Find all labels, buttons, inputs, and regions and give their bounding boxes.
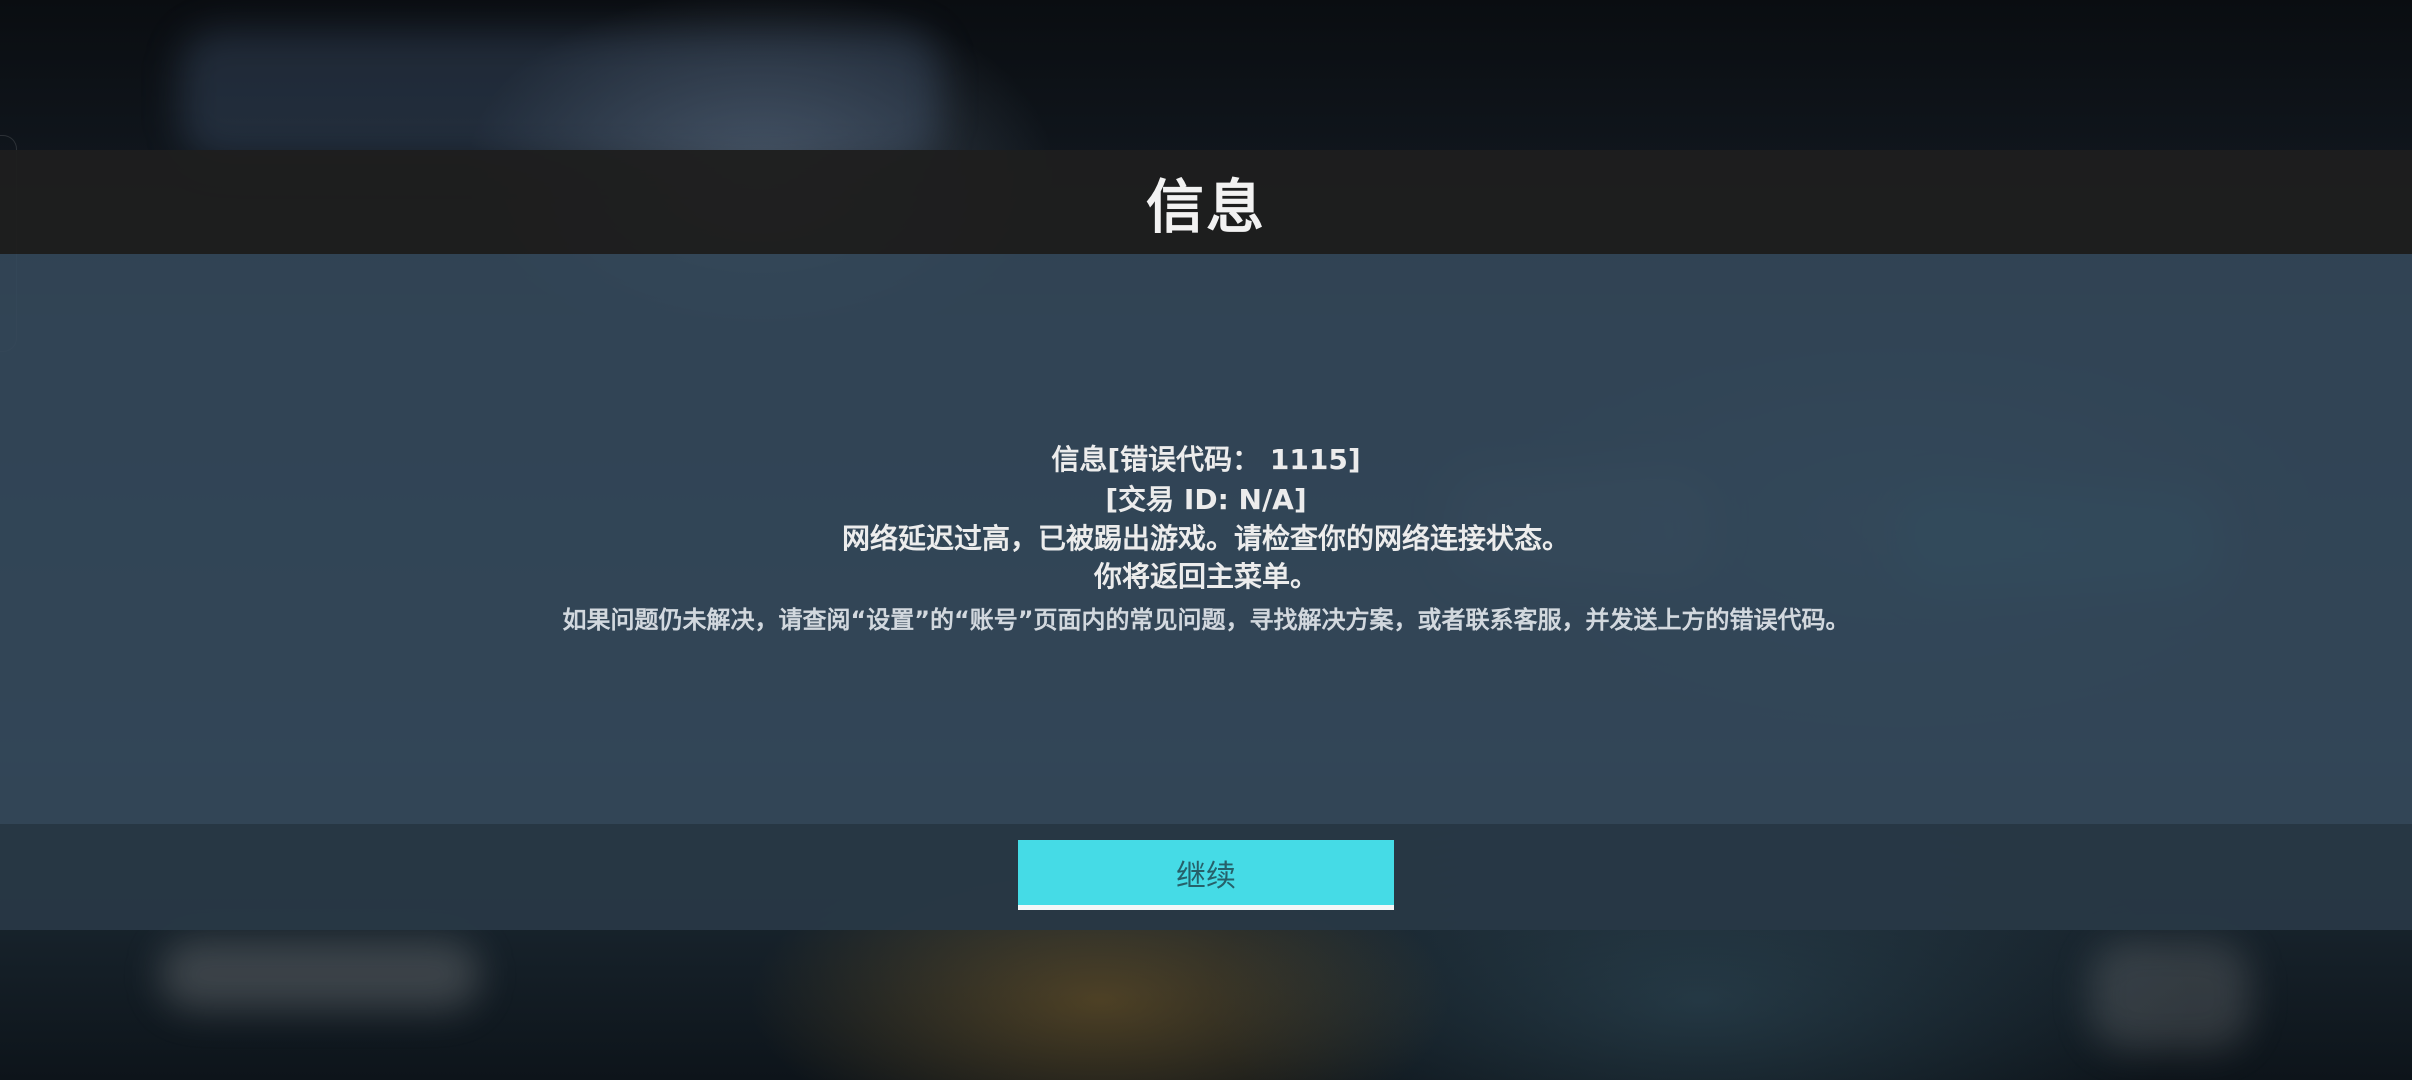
- dialog-title: 信息: [1145, 173, 1266, 241]
- error-message: 信息[错误代码： 1115] [交易 ID: N/A] 网络延迟过高，已被踢出游…: [0, 440, 2412, 640]
- background-blur: [180, 30, 940, 160]
- return-text: 你将返回主菜单。: [1093, 560, 1318, 593]
- help-text: 如果问题仍未解决，请查阅“设置”的“账号”页面内的常见问题，寻找解决方案，或者联…: [562, 606, 1850, 634]
- dialog-body: 信息[错误代码： 1115] [交易 ID: N/A] 网络延迟过高，已被踢出游…: [0, 254, 2412, 824]
- background-blur: [160, 940, 480, 1010]
- background-blur: [2090, 940, 2250, 1050]
- game-screen: 信息 信息[错误代码： 1115] [交易 ID: N/A] 网络延迟过高，已被…: [0, 0, 2412, 1080]
- dialog-header: 信息: [0, 150, 2412, 254]
- continue-button[interactable]: 继续: [1018, 840, 1394, 910]
- error-code-text: 信息[错误代码： 1115]: [1051, 443, 1361, 476]
- dialog-footer: 继续: [0, 824, 2412, 930]
- transaction-id-text: [交易 ID: N/A]: [1105, 483, 1307, 516]
- reason-text: 网络延迟过高，已被踢出游戏。请检查你的网络连接状态。: [841, 522, 1570, 555]
